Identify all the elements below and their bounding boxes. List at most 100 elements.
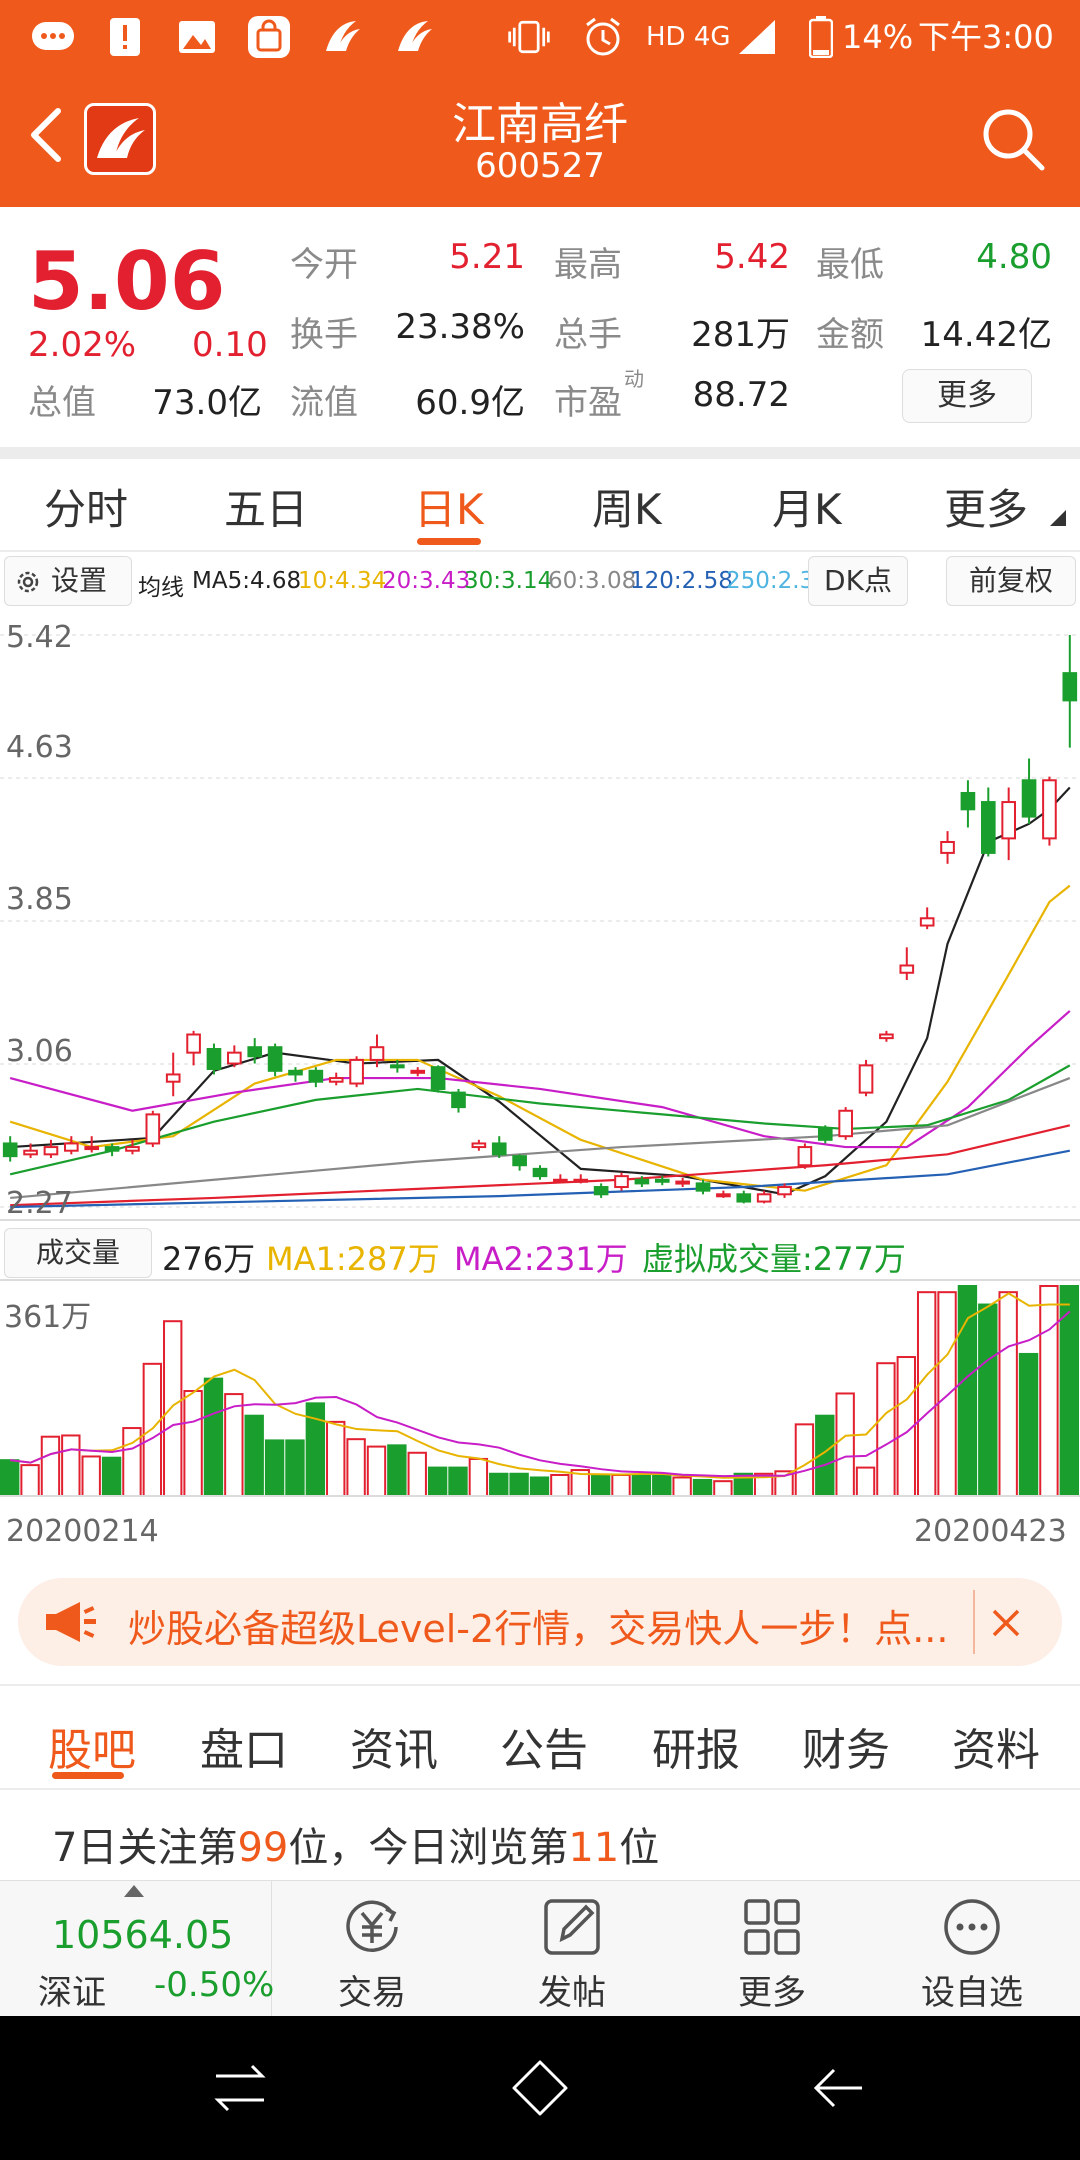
field-value: 73.0亿 — [152, 383, 262, 423]
candle — [838, 1109, 853, 1138]
tab-weekly-k[interactable]: 周K — [592, 476, 662, 537]
tab-financials[interactable]: 财务 — [802, 1714, 890, 1778]
field-value: 60.9亿 — [415, 383, 525, 423]
volume-bar — [163, 1320, 183, 1497]
candle — [1001, 801, 1016, 840]
stock-name: 江南高纤 — [452, 99, 628, 150]
kline-chart[interactable] — [0, 612, 1080, 1612]
tab-intraday[interactable]: 分时 — [44, 476, 128, 537]
candle — [43, 1146, 59, 1156]
candle — [165, 1073, 181, 1083]
change-amount: 0.10 — [192, 325, 268, 365]
more-quote-button[interactable]: 更多 — [902, 369, 1032, 423]
volume-bar — [916, 1291, 937, 1497]
ma20-value: 20:3.43 — [382, 568, 471, 594]
tab-forum[interactable]: 股吧 — [48, 1714, 136, 1778]
ma-indicator-bar: 设置 均线 MA5:4.68 10:4.34 20:3.43 30:3.14 6… — [0, 556, 1080, 610]
candle — [206, 1048, 222, 1070]
candle — [64, 1142, 79, 1152]
tab-announcements[interactable]: 公告 — [500, 1714, 588, 1778]
volume-bar — [468, 1457, 489, 1497]
field-label: 换手 — [290, 315, 358, 355]
candle — [899, 964, 915, 974]
search-button[interactable] — [978, 104, 1048, 174]
price-axis-label: 3.06 — [6, 1034, 73, 1069]
index-change: -0.50% — [154, 1965, 275, 2005]
top-bar: HD 4G 14% 下午3:00 江南高纤 600527 — [0, 0, 1080, 207]
price-adjust-button[interactable]: 前复权 — [946, 556, 1076, 606]
ma-line-ma60 — [10, 1077, 1071, 1200]
volume-bar — [244, 1414, 264, 1497]
tab-daily-k[interactable]: 日K — [414, 476, 484, 537]
candle — [512, 1155, 527, 1167]
ma60-value: 60:3.08 — [548, 568, 637, 594]
app-notify-icon — [390, 14, 436, 60]
volume-current: 276万 — [162, 1240, 256, 1278]
app-notify-icon — [318, 14, 364, 60]
promo-text: 炒股必备超级Level-2行情，交易快人一步！点... — [128, 1607, 949, 1651]
divider — [0, 447, 1080, 459]
tab-research[interactable]: 研报 — [652, 1714, 740, 1778]
volume-bar — [692, 1478, 713, 1497]
tab-news[interactable]: 资讯 — [350, 1714, 438, 1778]
promo-banner[interactable]: 炒股必备超级Level-2行情，交易快人一步！点... — [18, 1578, 1062, 1666]
expand-up-icon — [124, 1885, 144, 1897]
candle — [104, 1146, 120, 1152]
candle — [145, 1113, 161, 1145]
close-banner-button[interactable] — [973, 1590, 1033, 1654]
volume-bar — [529, 1476, 550, 1497]
volume-indicator-button[interactable]: 成交量 — [4, 1228, 152, 1278]
home-icon[interactable] — [510, 2058, 570, 2118]
back-nav-icon[interactable] — [810, 2062, 866, 2114]
status-bar: HD 4G 14% 下午3:00 — [0, 0, 1080, 72]
more-dots-icon — [944, 1899, 1000, 1955]
candle — [736, 1193, 752, 1203]
candle — [186, 1033, 201, 1054]
volume-bar — [448, 1466, 468, 1498]
candle — [247, 1046, 263, 1058]
content-tabs: 股吧 盘口 资讯 公告 研报 财务 资料 — [0, 1690, 1080, 1790]
toolbar-label: 更多 — [738, 1973, 806, 2013]
volume-bar — [1018, 1352, 1039, 1497]
volume-bar — [366, 1445, 387, 1498]
date-start-label: 20200214 — [6, 1514, 159, 1549]
toolbar-label: 设自选 — [921, 1973, 1023, 2013]
candle — [349, 1058, 364, 1085]
volume-bar — [509, 1472, 529, 1498]
battery-icon — [798, 14, 844, 60]
ma250-value: 250:2.3 — [726, 568, 810, 594]
tab-more[interactable]: 更多 — [944, 476, 1028, 537]
volume-bar — [20, 1464, 40, 1498]
tab-five-day[interactable]: 五日 — [224, 476, 308, 537]
volume-bar — [387, 1444, 407, 1498]
trade-button[interactable]: 交易 — [272, 1881, 472, 2017]
candle — [308, 1069, 324, 1083]
attention-rank: 7日关注第99位，今日浏览第11位 — [52, 1815, 659, 1873]
volume-bar — [489, 1472, 509, 1498]
candle — [879, 1033, 894, 1040]
tab-profile[interactable]: 资料 — [952, 1714, 1040, 1778]
clock: 下午3:00 — [918, 18, 1054, 56]
add-watchlist-button[interactable]: 设自选 — [872, 1881, 1072, 2017]
tab-order-book[interactable]: 盘口 — [200, 1714, 288, 1778]
recent-apps-icon[interactable] — [212, 2062, 268, 2114]
volume-bar — [264, 1439, 285, 1497]
candle — [614, 1175, 629, 1189]
post-button[interactable]: 发帖 — [472, 1881, 672, 2017]
dk-point-button[interactable]: DK点 — [808, 556, 908, 606]
grid-icon — [744, 1899, 800, 1955]
tab-monthly-k[interactable]: 月K — [772, 476, 842, 537]
rank-text: 位，今日浏览第 — [288, 1825, 569, 1871]
candle — [471, 1142, 487, 1149]
more-button[interactable]: 更多 — [672, 1881, 872, 2017]
candle — [553, 1178, 568, 1183]
chart-settings-button[interactable]: 设置 — [4, 556, 132, 606]
field-value: 88.72 — [692, 375, 790, 415]
candle — [573, 1178, 589, 1183]
volume-bar — [427, 1466, 448, 1498]
index-ticker[interactable]: 10564.05 深证 -0.50% — [0, 1881, 275, 2017]
price-axis-label: 5.42 — [6, 620, 73, 655]
field-label: 最高 — [554, 245, 622, 285]
candle — [451, 1091, 466, 1109]
candle — [430, 1066, 446, 1090]
